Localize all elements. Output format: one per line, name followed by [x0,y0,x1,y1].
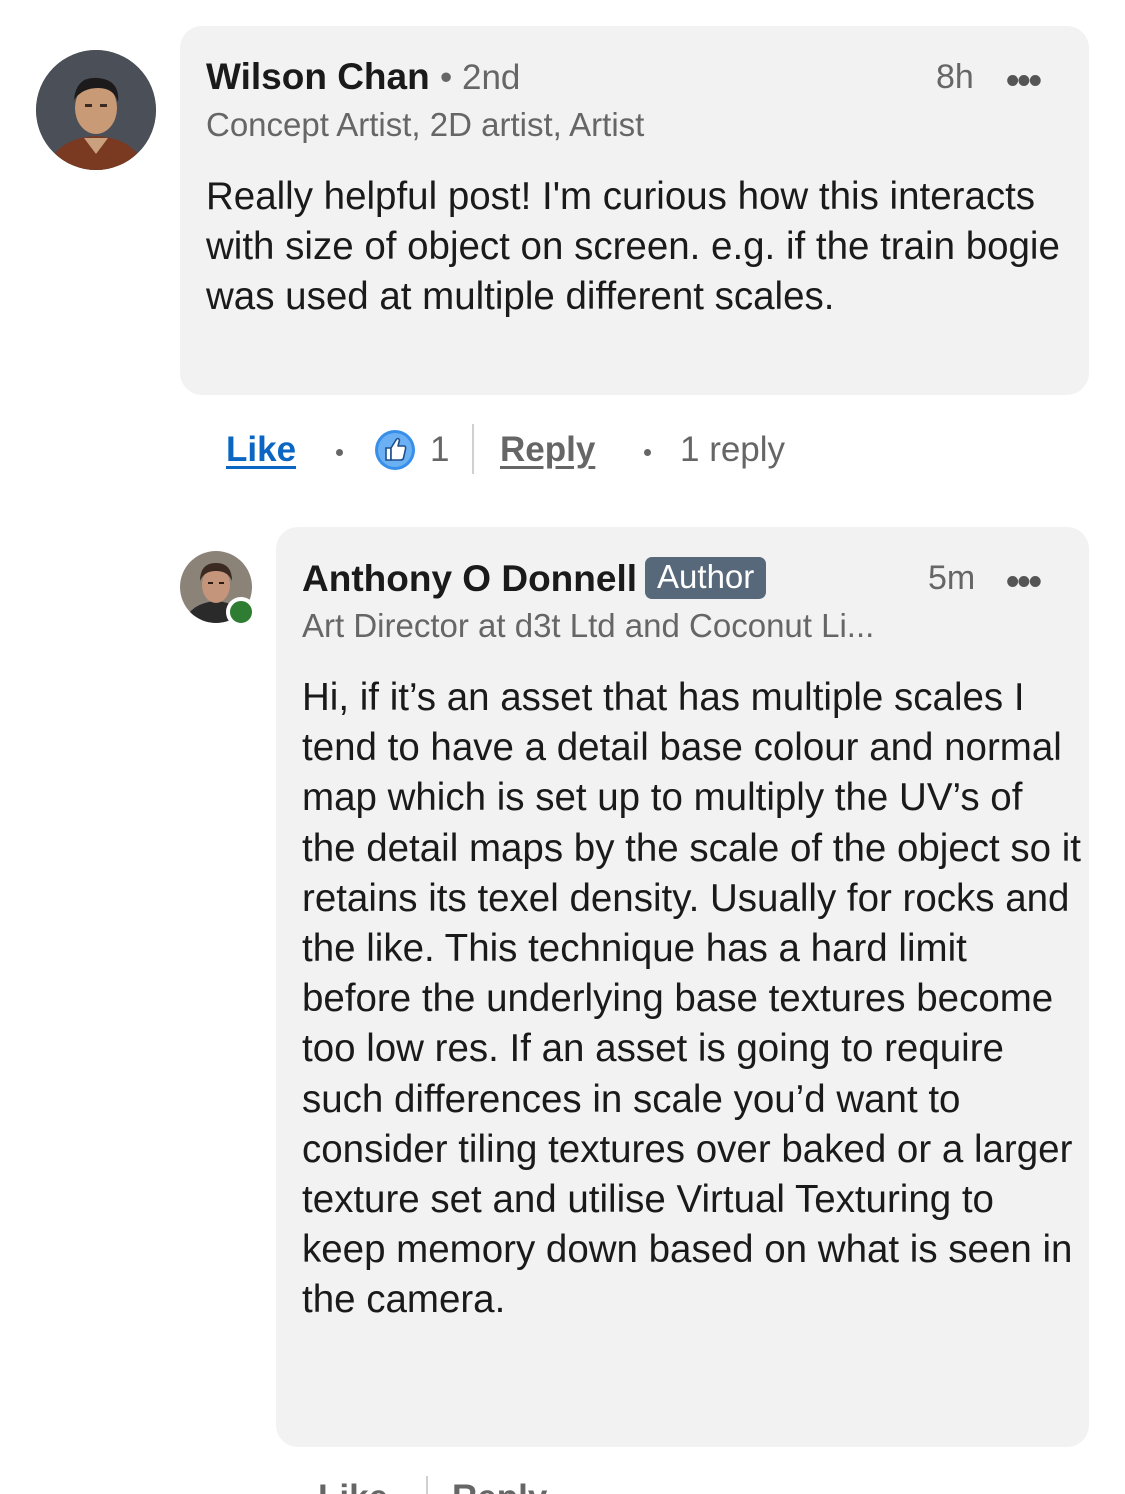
reaction-count[interactable]: 1 [430,430,449,470]
reply-button[interactable]: Reply [452,1478,547,1494]
reply-button[interactable]: Reply [500,430,595,470]
reply-body: Hi, if it’s an asset that has multiple s… [302,676,1082,1322]
separator-dot [644,449,651,456]
actions-divider [426,1476,428,1494]
like-button[interactable]: Like [318,1478,388,1494]
comment-author[interactable]: Wilson Chan • 2nd [206,56,520,98]
separator-dot [336,449,343,456]
reply-time: 5m [928,559,976,597]
author-headline: Art Director at d3t Ltd and Coconut Li..… [302,607,875,644]
comments-thread: Wilson Chan • 2nd Concept Artist, 2D art… [0,0,1125,1494]
author-name[interactable]: Wilson Chan [206,56,430,97]
online-status-indicator [226,597,256,627]
thumbs-up-icon[interactable] [374,429,416,471]
replies-count-link[interactable]: 1 reply [680,430,785,470]
connection-degree: • 2nd [440,58,521,97]
reply-author[interactable]: Anthony O Donnell Author [302,557,767,600]
actions-divider [472,424,474,474]
anthony-odonnell-reply: Anthony O Donnell Author Art Director at … [276,527,1089,1447]
comment-body: Really helpful post! I'm curious how thi… [206,175,1060,319]
author-badge: Author [645,557,767,599]
like-button[interactable]: Like [226,430,296,470]
comment-time: 8h [936,58,974,96]
more-horizontal-icon[interactable]: ••• [1006,563,1042,601]
wilson-chan-comment: Wilson Chan • 2nd Concept Artist, 2D art… [180,26,1089,395]
wilson-chan-avatar[interactable] [36,50,156,170]
more-horizontal-icon[interactable]: ••• [1006,62,1042,100]
author-headline: Concept Artist, 2D artist, Artist [206,106,645,143]
author-name[interactable]: Anthony O Donnell [302,558,637,599]
